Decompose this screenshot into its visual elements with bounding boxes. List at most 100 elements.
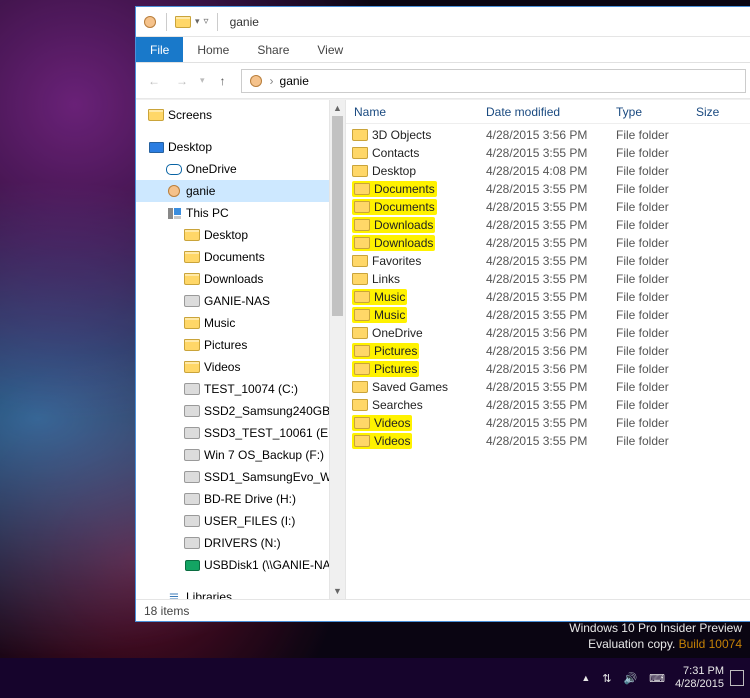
file-row[interactable]: Saved Games4/28/2015 3:55 PMFile folder <box>346 378 750 396</box>
cloud-icon <box>166 161 182 177</box>
scroll-thumb[interactable] <box>332 116 343 316</box>
nav-up-button[interactable]: ↑ <box>213 71 233 91</box>
nav-item[interactable]: BD-RE Drive (H:) <box>136 488 345 510</box>
nav-item-label: ganie <box>186 184 215 198</box>
nav-item[interactable]: SSD1_SamsungEvo_Win7 (G:) <box>136 466 345 488</box>
qat-dropdown-icon[interactable]: ▾ <box>195 16 200 27</box>
scroll-down-button[interactable]: ▼ <box>330 583 345 599</box>
file-row[interactable]: Videos4/28/2015 3:55 PMFile folder <box>346 414 750 432</box>
drive-icon <box>184 513 200 529</box>
nav-item[interactable]: SSD3_TEST_10061 (E:) <box>136 422 345 444</box>
file-list-pane: Name Date modified Type Size 3D Objects4… <box>346 100 750 599</box>
nav-item[interactable]: This PC <box>136 202 345 224</box>
taskbar[interactable]: ▲ ⇅ 🔊 ⌨ 7:31 PM 4/28/2015 <box>0 658 750 698</box>
file-row[interactable]: Music4/28/2015 3:55 PMFile folder <box>346 306 750 324</box>
nav-item[interactable]: Desktop <box>136 136 345 158</box>
file-date: 4/28/2015 3:56 PM <box>486 128 616 142</box>
folder-icon <box>352 163 368 179</box>
titlebar[interactable]: ▾ ▿ ganie <box>136 7 750 37</box>
file-row[interactable]: Pictures4/28/2015 3:56 PMFile folder <box>346 360 750 378</box>
nav-item-label: Music <box>204 316 235 330</box>
tab-file[interactable]: File <box>136 37 183 62</box>
nav-item[interactable]: USBDisk1 (\\GANIE-NAS) (T:) <box>136 554 345 576</box>
file-row[interactable]: Documents4/28/2015 3:55 PMFile folder <box>346 180 750 198</box>
nav-item-label: SSD3_TEST_10061 (E:) <box>204 426 335 440</box>
ribbon-tabs: File Home Share View <box>136 37 750 63</box>
file-date: 4/28/2015 3:55 PM <box>486 200 616 214</box>
nav-item-label: USER_FILES (I:) <box>204 514 295 528</box>
col-size[interactable]: Size <box>696 105 750 119</box>
nav-back-button[interactable]: ← <box>144 71 164 91</box>
tab-share[interactable]: Share <box>243 37 303 62</box>
file-row[interactable]: Pictures4/28/2015 3:56 PMFile folder <box>346 342 750 360</box>
nav-item[interactable]: Documents <box>136 246 345 268</box>
keyboard-icon[interactable]: ⌨ <box>649 672 665 685</box>
file-type: File folder <box>616 380 696 394</box>
nav-item[interactable]: SSD2_Samsung240GB_Win7Cl <box>136 400 345 422</box>
qat-overflow-icon[interactable]: ▿ <box>204 16 209 27</box>
nav-item[interactable]: GANIE-NAS <box>136 290 345 312</box>
folder-icon <box>184 249 200 265</box>
file-type: File folder <box>616 326 696 340</box>
file-date: 4/28/2015 3:55 PM <box>486 308 616 322</box>
tab-home[interactable]: Home <box>183 37 243 62</box>
file-name: Links <box>372 272 400 286</box>
nav-item[interactable]: Desktop <box>136 224 345 246</box>
breadcrumb[interactable]: › ganie <box>241 69 746 93</box>
user-icon <box>166 183 182 199</box>
nav-history-dropdown[interactable]: ▾ <box>200 75 205 86</box>
nav-item[interactable]: Win 7 OS_Backup (F:) <box>136 444 345 466</box>
tray-overflow-icon[interactable]: ▲ <box>581 673 590 683</box>
nav-item[interactable]: Pictures <box>136 334 345 356</box>
scroll-up-button[interactable]: ▲ <box>330 100 345 116</box>
nav-item-label: Videos <box>204 360 240 374</box>
file-row[interactable]: Downloads4/28/2015 3:55 PMFile folder <box>346 216 750 234</box>
file-row[interactable]: 3D Objects4/28/2015 3:56 PMFile folder <box>346 126 750 144</box>
nav-item[interactable]: Music <box>136 312 345 334</box>
file-type: File folder <box>616 200 696 214</box>
nav-item[interactable]: Libraries <box>136 586 345 599</box>
file-row[interactable]: Videos4/28/2015 3:55 PMFile folder <box>346 432 750 450</box>
nav-scrollbar[interactable]: ▲ ▼ <box>329 100 345 599</box>
breadcrumb-segment[interactable]: ganie <box>280 74 309 88</box>
nav-item[interactable]: TEST_10074 (C:) <box>136 378 345 400</box>
col-name[interactable]: Name <box>346 105 486 119</box>
nav-item[interactable]: ganie <box>136 180 345 202</box>
nav-forward-button[interactable]: → <box>172 71 192 91</box>
window-title: ganie <box>230 15 259 29</box>
file-row[interactable]: Favorites4/28/2015 3:55 PMFile folder <box>346 252 750 270</box>
folder-icon <box>354 433 370 449</box>
volume-icon[interactable]: 🔊 <box>623 672 637 685</box>
file-type: File folder <box>616 434 696 448</box>
file-row[interactable]: Links4/28/2015 3:55 PMFile folder <box>346 270 750 288</box>
drive-icon <box>184 535 200 551</box>
file-date: 4/28/2015 3:56 PM <box>486 362 616 376</box>
file-row[interactable]: Desktop4/28/2015 4:08 PMFile folder <box>346 162 750 180</box>
col-date[interactable]: Date modified <box>486 105 616 119</box>
nav-item[interactable]: Screens <box>136 104 345 126</box>
taskbar-clock[interactable]: 7:31 PM 4/28/2015 <box>675 665 724 691</box>
action-center-icon[interactable] <box>730 670 744 686</box>
nav-item-label: Screens <box>168 108 212 122</box>
nav-item[interactable]: DRIVERS (N:) <box>136 532 345 554</box>
folder-icon <box>354 199 370 215</box>
scroll-track[interactable] <box>330 116 345 583</box>
nav-item-label: DRIVERS (N:) <box>204 536 281 550</box>
file-row[interactable]: Downloads4/28/2015 3:55 PMFile folder <box>346 234 750 252</box>
nav-item[interactable]: Videos <box>136 356 345 378</box>
file-row[interactable]: Searches4/28/2015 3:55 PMFile folder <box>346 396 750 414</box>
nav-item[interactable]: USER_FILES (I:) <box>136 510 345 532</box>
nav-item-label: This PC <box>186 206 229 220</box>
file-row[interactable]: Music4/28/2015 3:55 PMFile folder <box>346 288 750 306</box>
system-tray[interactable]: ▲ ⇅ 🔊 ⌨ <box>581 672 665 685</box>
folder-icon <box>354 289 370 305</box>
col-type[interactable]: Type <box>616 105 696 119</box>
file-row[interactable]: Documents4/28/2015 3:55 PMFile folder <box>346 198 750 216</box>
nav-item[interactable]: Downloads <box>136 268 345 290</box>
network-icon[interactable]: ⇅ <box>602 672 611 685</box>
file-row[interactable]: OneDrive4/28/2015 3:56 PMFile folder <box>346 324 750 342</box>
nav-item-label: Documents <box>204 250 265 264</box>
file-row[interactable]: Contacts4/28/2015 3:55 PMFile folder <box>346 144 750 162</box>
tab-view[interactable]: View <box>303 37 357 62</box>
nav-item[interactable]: OneDrive <box>136 158 345 180</box>
